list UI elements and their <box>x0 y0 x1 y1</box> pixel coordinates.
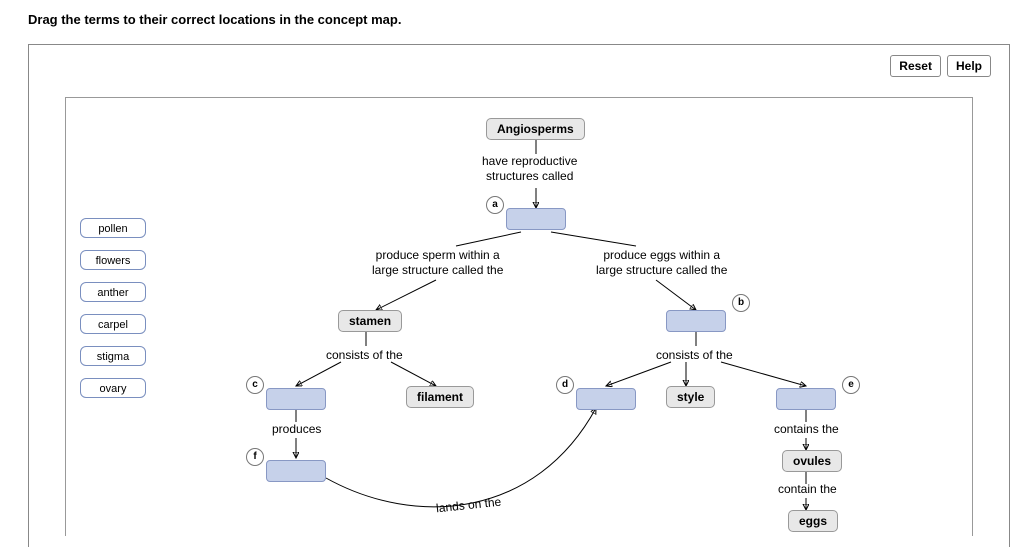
node-stamen: stamen <box>338 310 402 332</box>
slot-a[interactable] <box>506 208 566 230</box>
node-angiosperms: Angiosperms <box>486 118 585 140</box>
link-produces: produces <box>272 422 321 437</box>
node-filament: filament <box>406 386 474 408</box>
term-pollen[interactable]: pollen <box>80 218 146 238</box>
link-lands-on: lands on the <box>435 495 502 517</box>
slot-f[interactable] <box>266 460 326 482</box>
marker-d: d <box>556 376 574 394</box>
node-style: style <box>666 386 715 408</box>
term-flowers[interactable]: flowers <box>80 250 146 270</box>
marker-a: a <box>486 196 504 214</box>
term-anther[interactable]: anther <box>80 282 146 302</box>
term-stigma[interactable]: stigma <box>80 346 146 366</box>
marker-e: e <box>842 376 860 394</box>
term-carpel[interactable]: carpel <box>80 314 146 334</box>
exercise-frame: Reset Help <box>28 44 1010 547</box>
reset-button[interactable]: Reset <box>890 55 941 77</box>
marker-c: c <box>246 376 264 394</box>
link-consists-left: consists of the <box>326 348 403 363</box>
slot-d[interactable] <box>576 388 636 410</box>
slot-c[interactable] <box>266 388 326 410</box>
instruction-text: Drag the terms to their correct location… <box>28 12 401 27</box>
slot-e[interactable] <box>776 388 836 410</box>
link-sperm: produce sperm within a large structure c… <box>372 248 503 278</box>
node-ovules: ovules <box>782 450 842 472</box>
term-ovary[interactable]: ovary <box>80 378 146 398</box>
link-contain: contain the <box>778 482 837 497</box>
link-contains: contains the <box>774 422 839 437</box>
node-eggs: eggs <box>788 510 838 532</box>
slot-b[interactable] <box>666 310 726 332</box>
link-consists-right: consists of the <box>656 348 733 363</box>
link-have-repro: have reproductive structures called <box>482 154 577 184</box>
marker-b: b <box>732 294 750 312</box>
link-eggs: produce eggs within a large structure ca… <box>596 248 727 278</box>
help-button[interactable]: Help <box>947 55 991 77</box>
marker-f: f <box>246 448 264 466</box>
concept-map-canvas: pollen flowers anther carpel stigma ovar… <box>65 97 973 536</box>
